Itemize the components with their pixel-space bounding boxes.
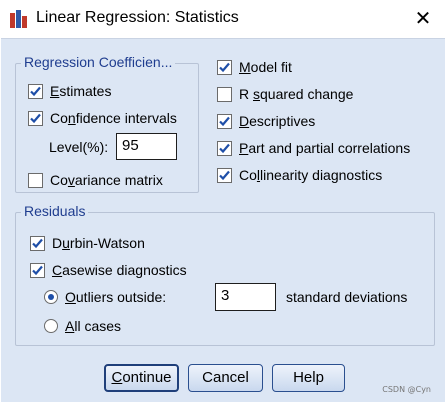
all-cases-radio[interactable]: All cases — [44, 318, 121, 334]
covariance-matrix-label: Covariance matrix — [50, 172, 163, 188]
checkbox-box — [217, 86, 232, 102]
level-input[interactable]: 95 — [116, 133, 177, 160]
outliers-outside-label: Outliers outside: — [65, 289, 167, 305]
dialog-body: Regression Coefficien... Estimates Confi… — [1, 38, 445, 402]
help-button[interactable]: Help — [272, 364, 345, 392]
durbin-watson-label: Durbin-Watson — [52, 235, 145, 251]
standard-deviations-label: standard deviations — [286, 289, 408, 305]
covariance-matrix-checkbox[interactable]: Covariance matrix — [28, 172, 163, 188]
level-label: Level(%): — [49, 139, 109, 155]
all-cases-label: All cases — [65, 318, 122, 334]
casewise-diagnostics-checkbox[interactable]: Casewise diagnostics — [30, 262, 187, 278]
checkbox-box — [28, 83, 43, 99]
checkbox-box — [217, 140, 232, 156]
radio-button — [44, 319, 58, 333]
cancel-button[interactable]: Cancel — [188, 364, 263, 392]
window-title: Linear Regression: Statistics — [36, 9, 239, 26]
checkmark-icon — [219, 143, 230, 153]
checkbox-box — [28, 110, 43, 126]
checkbox-box — [217, 59, 232, 75]
r-squared-change-label: R squared change — [239, 86, 354, 102]
outliers-outside-radio[interactable]: Outliers outside: — [44, 289, 166, 305]
r-squared-change-checkbox[interactable]: R squared change — [217, 86, 353, 102]
checkbox-box — [30, 235, 45, 251]
watermark: CSDN @Cyn — [382, 385, 431, 394]
checkmark-icon — [32, 265, 43, 275]
confidence-intervals-label: Confidence intervals — [50, 110, 177, 126]
part-partial-correlations-checkbox[interactable]: Part and partial correlations — [217, 140, 410, 156]
confidence-intervals-checkbox[interactable]: Confidence intervals — [28, 110, 177, 126]
radio-selected-dot — [48, 294, 54, 300]
collinearity-diagnostics-checkbox[interactable]: Collinearity diagnostics — [217, 167, 382, 183]
model-fit-checkbox[interactable]: Model fit — [217, 59, 292, 75]
part-partial-correlations-label: Part and partial correlations — [239, 140, 411, 156]
regression-coefficients-legend: Regression Coefficien... — [21, 54, 176, 70]
model-fit-label: Model fit — [239, 59, 292, 75]
checkbox-box — [217, 167, 232, 183]
checkmark-icon — [219, 62, 230, 72]
durbin-watson-checkbox[interactable]: Durbin-Watson — [30, 235, 145, 251]
residuals-legend: Residuals — [21, 203, 89, 219]
continue-button[interactable]: Continue — [104, 364, 179, 392]
title-bar: Linear Regression: Statistics ✕ — [0, 0, 446, 38]
descriptives-label: Descriptives — [239, 113, 316, 129]
checkmark-icon — [32, 238, 43, 248]
casewise-diagnostics-label: Casewise diagnostics — [52, 262, 187, 278]
estimates-label: Estimates — [50, 83, 112, 99]
descriptives-checkbox[interactable]: Descriptives — [217, 113, 315, 129]
spss-app-icon — [10, 10, 27, 28]
estimates-checkbox[interactable]: Estimates — [28, 83, 111, 99]
checkmark-icon — [219, 116, 230, 126]
close-button[interactable]: ✕ — [410, 6, 436, 32]
checkbox-box — [217, 113, 232, 129]
outliers-value-input[interactable]: 3 — [215, 283, 276, 311]
checkmark-icon — [30, 113, 41, 123]
checkmark-icon — [219, 170, 230, 180]
checkmark-icon — [30, 86, 41, 96]
checkbox-box — [30, 262, 45, 278]
radio-button — [44, 290, 58, 304]
collinearity-diagnostics-label: Collinearity diagnostics — [239, 167, 383, 183]
close-icon: ✕ — [414, 8, 432, 30]
checkbox-box — [28, 172, 43, 188]
